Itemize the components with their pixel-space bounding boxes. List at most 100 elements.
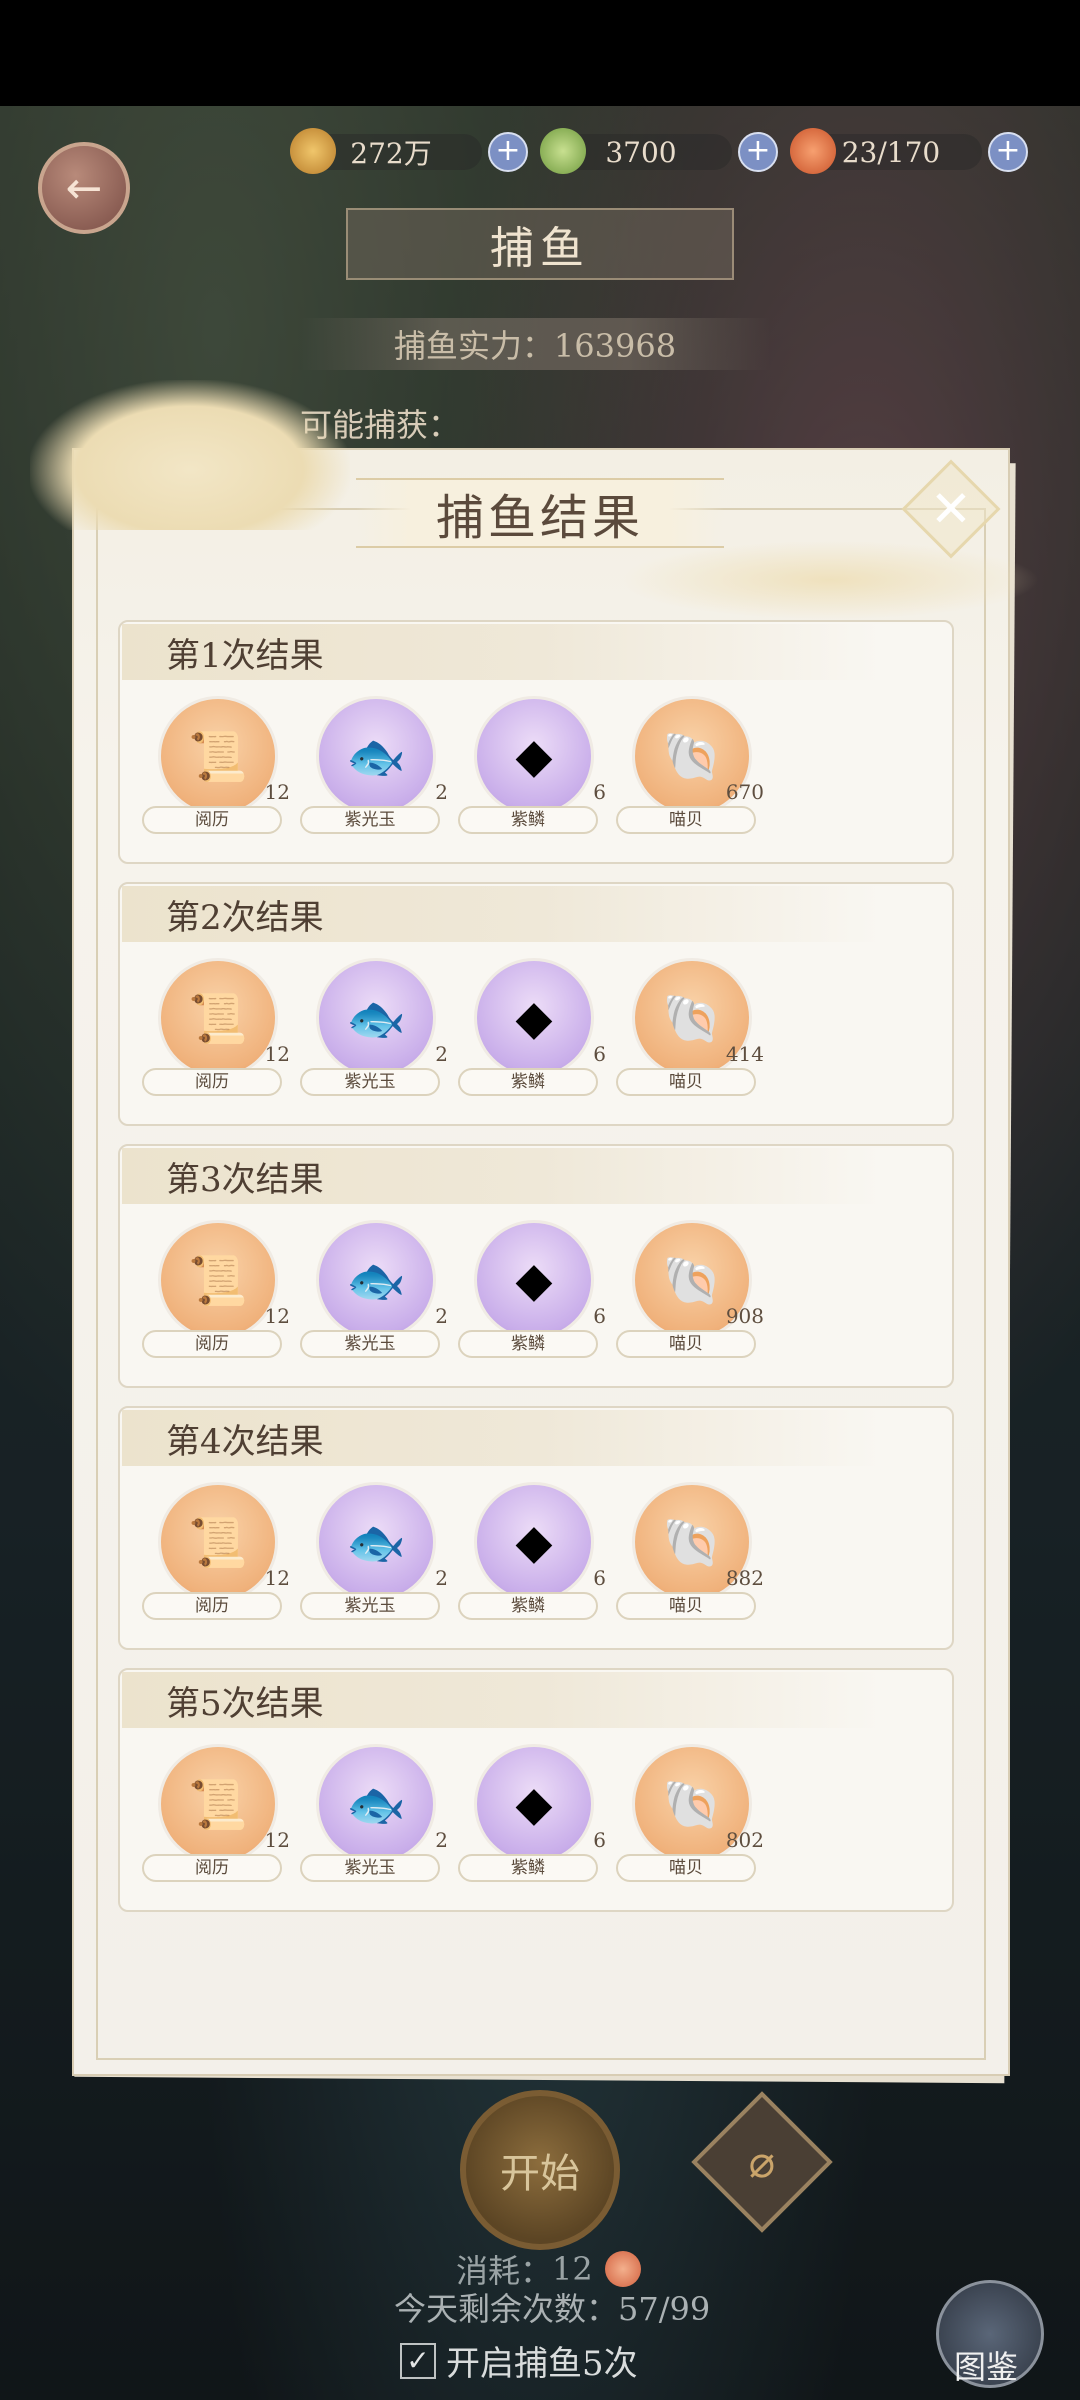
- result-card-title: 第1次结果: [122, 624, 882, 680]
- reward-item[interactable]: ◆ 6 紫鳞: [458, 1744, 616, 1894]
- reward-name: 阅历: [142, 1068, 282, 1096]
- reward-name: 紫鳞: [458, 1068, 598, 1096]
- arrow-left-icon: ←: [65, 162, 103, 214]
- reward-item[interactable]: 📜 12 阅历: [142, 1482, 300, 1632]
- scroll-icon: 📜: [158, 1482, 278, 1602]
- reward-item[interactable]: ◆ 6 紫鳞: [458, 1220, 616, 1370]
- result-card-title: 第3次结果: [122, 1148, 882, 1204]
- reward-count: 908: [725, 1304, 764, 1328]
- consume-value: 12: [552, 2250, 593, 2288]
- reward-count: 2: [435, 780, 448, 804]
- reward-items: 📜 12 阅历 🐟 2 紫光玉 ◆ 6 紫鳞 🐚 802 喵贝: [142, 1744, 774, 1894]
- reward-count: 2: [435, 1042, 448, 1066]
- purple-scale-icon-glyph: ◆: [515, 1776, 553, 1832]
- scroll-icon-glyph: 📜: [188, 1776, 248, 1833]
- result-card: 第4次结果 📜 12 阅历 🐟 2 紫光玉 ◆ 6 紫鳞 🐚 882 喵贝: [118, 1406, 954, 1650]
- reward-items: 📜 12 阅历 🐟 2 紫光玉 ◆ 6 紫鳞 🐚 908 喵贝: [142, 1220, 774, 1370]
- reward-item[interactable]: 🐟 2 紫光玉: [300, 1744, 458, 1894]
- reward-count: 414: [725, 1042, 764, 1066]
- codex-label[interactable]: 图鉴: [954, 2342, 1018, 2388]
- reward-count: 6: [593, 1828, 606, 1852]
- reward-item[interactable]: ◆ 6 紫鳞: [458, 1482, 616, 1632]
- purple-scale-icon: ◆: [474, 1482, 594, 1602]
- reward-count: 670: [725, 780, 764, 804]
- scroll-icon: 📜: [158, 696, 278, 816]
- reward-name: 紫鳞: [458, 1592, 598, 1620]
- purple-fish-jade-icon-glyph: 🐟: [346, 1252, 406, 1309]
- result-card-title: 第2次结果: [122, 886, 882, 942]
- reward-name: 喵贝: [616, 1854, 756, 1882]
- auto-five-toggle[interactable]: ✓ 开启捕鱼5次: [400, 2336, 638, 2385]
- reward-item[interactable]: 🐟 2 紫光玉: [300, 958, 458, 1108]
- leaf-icon: [540, 128, 586, 174]
- reward-count: 6: [593, 1042, 606, 1066]
- reward-count: 12: [264, 1566, 290, 1590]
- reward-items: 📜 12 阅历 🐟 2 紫光玉 ◆ 6 紫鳞 🐚 882 喵贝: [142, 1482, 774, 1632]
- reward-items: 📜 12 阅历 🐟 2 紫光玉 ◆ 6 紫鳞 🐚 414 喵贝: [142, 958, 774, 1108]
- reward-name: 紫光玉: [300, 1854, 440, 1882]
- reward-name: 紫光玉: [300, 1592, 440, 1620]
- reward-name: 阅历: [142, 1854, 282, 1882]
- reward-item[interactable]: 🐟 2 紫光玉: [300, 1482, 458, 1632]
- reward-name: 阅历: [142, 1330, 282, 1358]
- result-card: 第1次结果 📜 12 阅历 🐟 2 紫光玉 ◆ 6 紫鳞 🐚 670 喵贝: [118, 620, 954, 864]
- purple-fish-jade-icon: 🐟: [316, 1744, 436, 1864]
- resource-coin: 272万 +: [290, 128, 528, 174]
- reward-name: 紫鳞: [458, 1854, 598, 1882]
- remaining-count: 今天剩余次数：57/99: [394, 2290, 711, 2328]
- reward-item[interactable]: 📜 12 阅历: [142, 696, 300, 846]
- reward-name: 紫光玉: [300, 806, 440, 834]
- orange-orb-icon: [790, 128, 836, 174]
- scroll-icon-glyph: 📜: [188, 1252, 248, 1309]
- reward-count: 802: [725, 1828, 764, 1852]
- reward-item[interactable]: 🐚 414 喵贝: [616, 958, 774, 1108]
- reward-item[interactable]: 🐚 670 喵贝: [616, 696, 774, 846]
- reward-item[interactable]: 🐟 2 紫光玉: [300, 696, 458, 846]
- reward-count: 882: [725, 1566, 764, 1590]
- reward-item[interactable]: 📜 12 阅历: [142, 1744, 300, 1894]
- purple-fish-jade-icon-glyph: 🐟: [346, 728, 406, 785]
- purple-fish-jade-icon-glyph: 🐟: [346, 1776, 406, 1833]
- reward-item[interactable]: 🐟 2 紫光玉: [300, 1220, 458, 1370]
- reward-items: 📜 12 阅历 🐟 2 紫光玉 ◆ 6 紫鳞 🐚 670 喵贝: [142, 696, 774, 846]
- purple-fish-jade-icon: 🐟: [316, 1220, 436, 1340]
- resource-leaf: 3700 +: [540, 128, 778, 174]
- result-card: 第2次结果 📜 12 阅历 🐟 2 紫光玉 ◆ 6 紫鳞 🐚 414 喵贝: [118, 882, 954, 1126]
- reward-item[interactable]: 🐚 908 喵贝: [616, 1220, 774, 1370]
- reward-count: 12: [264, 1828, 290, 1852]
- reward-count: 6: [593, 780, 606, 804]
- checkbox-checked-icon[interactable]: ✓: [400, 2342, 436, 2379]
- reward-count: 6: [593, 1304, 606, 1328]
- result-card-title: 第5次结果: [122, 1672, 882, 1728]
- reward-name: 紫鳞: [458, 806, 598, 834]
- start-button[interactable]: 开始: [460, 2090, 620, 2250]
- purple-scale-icon: ◆: [474, 696, 594, 816]
- reward-item[interactable]: ◆ 6 紫鳞: [458, 696, 616, 846]
- reward-count: 6: [593, 1566, 606, 1590]
- scroll-icon-glyph: 📜: [188, 1514, 248, 1571]
- result-card: 第5次结果 📜 12 阅历 🐟 2 紫光玉 ◆ 6 紫鳞 🐚 802 喵贝: [118, 1668, 954, 1912]
- reward-item[interactable]: 🐚 802 喵贝: [616, 1744, 774, 1894]
- add-coin-button[interactable]: +: [488, 132, 528, 172]
- reward-item[interactable]: 📜 12 阅历: [142, 1220, 300, 1370]
- reward-count: 2: [435, 1566, 448, 1590]
- reward-item[interactable]: 🐚 882 喵贝: [616, 1482, 774, 1632]
- add-stamina-button[interactable]: +: [988, 132, 1028, 172]
- reward-count: 2: [435, 1828, 448, 1852]
- reward-item[interactable]: 📜 12 阅历: [142, 958, 300, 1108]
- reward-name: 阅历: [142, 806, 282, 834]
- auto-five-label: 开启捕鱼5次: [446, 2344, 638, 2384]
- add-leaf-button[interactable]: +: [738, 132, 778, 172]
- scroll-icon: 📜: [158, 958, 278, 1078]
- back-button[interactable]: ←: [38, 142, 130, 234]
- scroll-icon: 📜: [158, 1220, 278, 1340]
- cloud-decoration: [30, 380, 350, 530]
- purple-scale-icon-glyph: ◆: [515, 1514, 553, 1570]
- resource-stamina: 23/170 +: [790, 128, 1028, 174]
- reward-item[interactable]: ◆ 6 紫鳞: [458, 958, 616, 1108]
- dialog-title: 捕鱼结果: [356, 478, 724, 548]
- purple-fish-jade-icon: 🐟: [316, 1482, 436, 1602]
- fishing-net-icon: ⌀: [748, 2136, 776, 2188]
- purple-scale-icon-glyph: ◆: [515, 728, 553, 784]
- reward-name: 喵贝: [616, 1592, 756, 1620]
